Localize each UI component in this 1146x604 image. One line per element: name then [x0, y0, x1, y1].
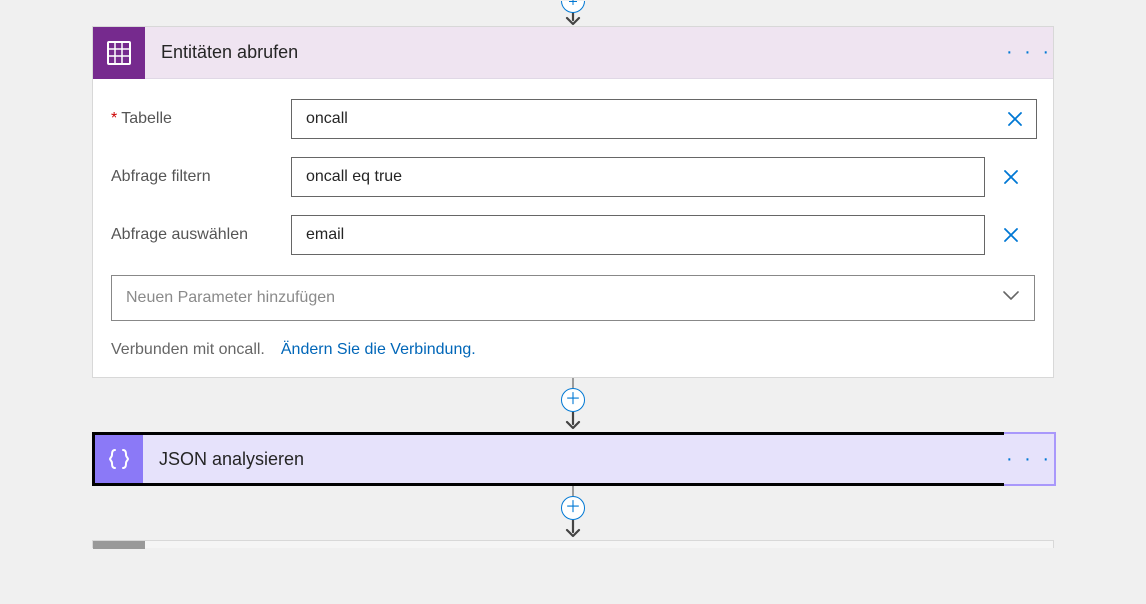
- select-row: Abfrage auswählen: [111, 213, 1035, 257]
- filter-label: Abfrage filtern: [111, 168, 291, 186]
- clear-icon[interactable]: [995, 161, 1027, 193]
- clear-icon[interactable]: [1003, 103, 1035, 135]
- add-parameter-placeholder: Neuen Parameter hinzufügen: [126, 289, 335, 307]
- arrow-down-icon: [564, 12, 582, 26]
- json-braces-icon: [95, 435, 143, 483]
- entities-card-header[interactable]: Entitäten abrufen · · ·: [93, 27, 1053, 79]
- more-menu-button[interactable]: · · ·: [1004, 432, 1056, 486]
- entities-card-title: Entitäten abrufen: [145, 42, 1005, 63]
- add-step-button[interactable]: ＋: [561, 496, 585, 520]
- entities-card-body: * Tabelle Abfrage filtern Abfrage auswäh…: [93, 79, 1053, 377]
- connector-bottom: ＋: [561, 486, 585, 540]
- connection-status: Verbunden mit oncall.: [111, 341, 265, 359]
- change-connection-link[interactable]: Ändern Sie die Verbindung.: [281, 341, 476, 359]
- next-card-icon-stub: [93, 541, 145, 549]
- add-step-button[interactable]: ＋: [561, 388, 585, 412]
- filter-input[interactable]: [291, 157, 985, 197]
- select-label: Abfrage auswählen: [111, 226, 291, 244]
- json-card: JSON analysieren · · ·: [92, 432, 1054, 486]
- json-card-title: JSON analysieren: [143, 449, 1051, 470]
- chevron-down-icon: [1002, 289, 1020, 307]
- select-input[interactable]: [291, 215, 985, 255]
- more-menu-button[interactable]: · · ·: [1005, 27, 1053, 79]
- clear-icon[interactable]: [995, 219, 1027, 251]
- arrow-down-icon: [564, 520, 582, 540]
- filter-row: Abfrage filtern: [111, 155, 1035, 199]
- required-marker: *: [111, 110, 117, 128]
- entities-card: Entitäten abrufen · · · * Tabelle Abfrag…: [92, 26, 1054, 378]
- table-label: * Tabelle: [111, 110, 291, 128]
- json-card-header[interactable]: JSON analysieren: [92, 432, 1054, 486]
- connector-middle: ＋: [561, 378, 585, 432]
- table-row: * Tabelle: [111, 97, 1035, 141]
- next-card-stub: [92, 540, 1054, 548]
- table-grid-icon: [93, 27, 145, 79]
- connection-row: Verbunden mit oncall. Ändern Sie die Ver…: [111, 341, 1035, 359]
- connector-top: [561, 0, 585, 26]
- table-input[interactable]: [291, 99, 1037, 139]
- arrow-down-icon: [564, 412, 582, 432]
- add-parameter-dropdown[interactable]: Neuen Parameter hinzufügen: [111, 275, 1035, 321]
